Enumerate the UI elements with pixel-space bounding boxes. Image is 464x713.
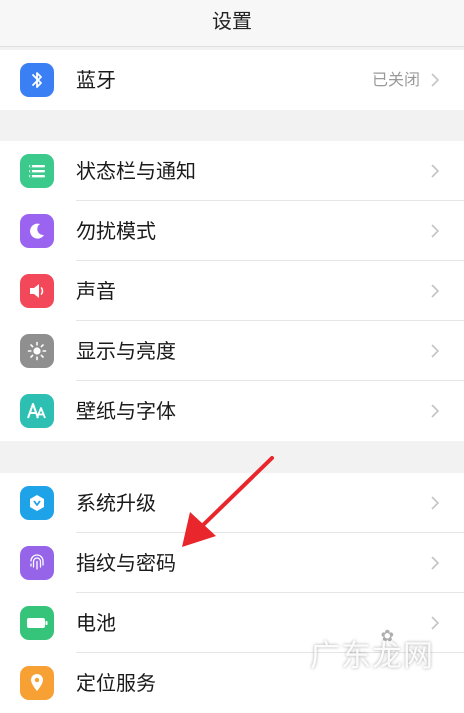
watermark-text: 广东龙网 — [310, 639, 434, 674]
annotation-arrow — [182, 456, 274, 547]
